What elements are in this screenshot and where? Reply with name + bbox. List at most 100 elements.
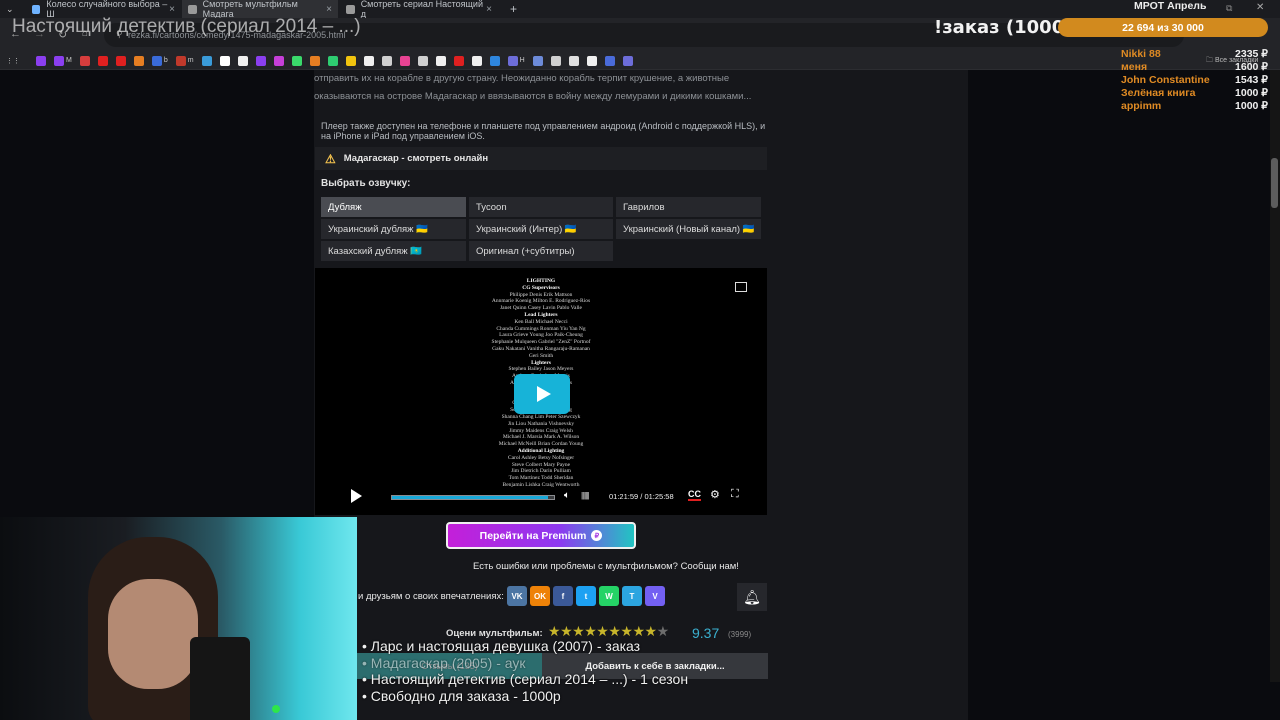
bookmark-item[interactable]: [435, 55, 446, 66]
fullscreen-icon[interactable]: ⛶: [731, 488, 739, 501]
bookmark-item[interactable]: m: [175, 55, 194, 66]
order-item: • Свободно для заказа - 1000р: [362, 687, 561, 704]
bookmark-item[interactable]: [604, 55, 615, 66]
donor-name: меня: [1121, 61, 1148, 73]
bookmark-item[interactable]: M: [54, 55, 72, 66]
voice-gavrilov-button[interactable]: Гаврилов: [616, 197, 761, 217]
play-icon[interactable]: [351, 489, 362, 503]
bookmark-item[interactable]: [417, 55, 428, 66]
star-icon[interactable]: ★: [608, 623, 621, 639]
star-icon[interactable]: ★: [645, 623, 658, 639]
voice-ukr-inter-button[interactable]: Украинский (Интер) 🇺🇦: [469, 219, 613, 239]
minimize-icon[interactable]: ⧉: [1226, 3, 1232, 14]
tab-favicon: [32, 4, 41, 14]
bookmark-item[interactable]: [237, 55, 248, 66]
bookmark-item[interactable]: [327, 55, 338, 66]
bookmark-favicon: [622, 55, 633, 66]
bookmark-favicon: [586, 55, 597, 66]
voice-ukr-dub-button[interactable]: Украинский дубляж 🇺🇦: [321, 219, 466, 239]
voice-dub-button[interactable]: Дубляж: [321, 197, 466, 217]
voice-ukr-new-channel-button[interactable]: Украинский (Новый канал) 🇺🇦: [616, 219, 761, 239]
bookmark-item[interactable]: [36, 55, 46, 66]
gear-icon[interactable]: ⚙: [710, 488, 720, 501]
video-player[interactable]: LIGHTING CG Supervisors Philippe Denis Eri…: [315, 268, 767, 515]
credit-line: Additional Lighting: [517, 447, 565, 454]
all-bookmarks[interactable]: 🗀︎ Все закладки: [1206, 56, 1258, 67]
star-icon[interactable]: ★: [584, 623, 597, 639]
tab-true-detective[interactable]: Смотреть сериал Настоящий д ×: [340, 0, 498, 19]
premium-button[interactable]: Перейти на Premium ₽: [446, 522, 636, 549]
social-share-button[interactable]: T: [622, 586, 642, 606]
voice-original-button[interactable]: Оригинал (+субтитры): [469, 241, 613, 261]
close-icon[interactable]: ×: [326, 4, 332, 15]
bookmark-item[interactable]: [291, 55, 302, 66]
error-report-link[interactable]: Есть ошибки или проблемы с мультфильмом?…: [473, 561, 739, 572]
bookmark-item[interactable]: [532, 55, 543, 66]
bookmark-item[interactable]: [568, 55, 579, 66]
bookmark-item[interactable]: [453, 55, 464, 66]
scrollbar-thumb[interactable]: [1271, 158, 1278, 208]
bell-icon[interactable]: 🔔︎: [737, 583, 767, 611]
star-icon[interactable]: ★: [572, 623, 585, 639]
bookmark-item[interactable]: [115, 55, 126, 66]
pip-icon[interactable]: [735, 282, 747, 292]
progress-bar[interactable]: [391, 495, 555, 500]
social-share-button[interactable]: f: [553, 586, 573, 606]
bookmark-favicon: [489, 55, 500, 66]
bookmark-item[interactable]: [363, 55, 374, 66]
social-share-button[interactable]: t: [576, 586, 596, 606]
bookmark-item[interactable]: [586, 55, 597, 66]
order-item: • Мадагаскар (2005) - аук: [362, 654, 526, 671]
close-icon[interactable]: ×: [169, 4, 175, 15]
bookmark-favicon: [309, 55, 320, 66]
volume-slider[interactable]: |||||||: [581, 491, 589, 500]
bookmark-item[interactable]: [79, 55, 90, 66]
social-share-button[interactable]: OK: [530, 586, 550, 606]
bookmark-item[interactable]: [622, 55, 633, 66]
star-icon[interactable]: ★: [548, 623, 561, 639]
close-icon[interactable]: ×: [486, 4, 492, 15]
streamer-face: [108, 579, 198, 689]
star-icon[interactable]: ★: [620, 623, 633, 639]
apps-icon[interactable]: ⋮⋮: [6, 57, 20, 65]
bookmark-item[interactable]: [471, 55, 482, 66]
bookmark-item[interactable]: [309, 55, 320, 66]
social-share-button[interactable]: V: [645, 586, 665, 606]
voice-kaz-dub-button[interactable]: Казахский дубляж 🇰🇿: [321, 241, 466, 261]
bookmark-item[interactable]: H: [507, 55, 525, 66]
big-play-button[interactable]: [514, 374, 570, 414]
order-list: • Ларс и настоящая девушка (2007) - зака…: [362, 638, 688, 704]
social-share-button[interactable]: W: [599, 586, 619, 606]
movie-header-text: Мадагаскар - смотреть онлайн: [343, 153, 489, 164]
social-share-button[interactable]: VK: [507, 586, 527, 606]
star-icon[interactable]: ★: [632, 623, 645, 639]
bookmark-item[interactable]: [273, 55, 284, 66]
new-tab-button[interactable]: +: [504, 0, 522, 18]
volume-icon[interactable]: 🔈︎: [564, 490, 570, 501]
bookmark-item[interactable]: [399, 55, 410, 66]
bookmark-item[interactable]: [133, 55, 144, 66]
credit-line: Stephen Bailey Jason Meyers: [508, 366, 574, 373]
bookmark-favicon: [255, 55, 266, 66]
bookmark-label: m: [187, 57, 194, 64]
cc-button[interactable]: CC: [688, 490, 701, 501]
bookmark-item[interactable]: [97, 55, 108, 66]
star-icon[interactable]: ★: [560, 623, 573, 639]
bookmark-favicon: [532, 55, 543, 66]
bookmark-item[interactable]: [255, 55, 266, 66]
voice-tycoon-button[interactable]: Tycoon: [469, 197, 613, 217]
credit-line: Michael J. Marsia Mark A. Wilson: [502, 434, 580, 441]
bookmark-item[interactable]: [381, 55, 392, 66]
bookmark-item[interactable]: [219, 55, 230, 66]
bookmark-favicon: [453, 55, 464, 66]
bookmark-item[interactable]: [489, 55, 500, 66]
bookmarks-bar: ⋮⋮ Mb m H: [0, 52, 1280, 70]
bookmark-item[interactable]: b: [151, 55, 168, 66]
window-close-icon[interactable]: ✕: [1256, 2, 1264, 13]
bookmark-item[interactable]: [345, 55, 356, 66]
bookmark-item[interactable]: [550, 55, 561, 66]
bookmark-item[interactable]: [201, 55, 212, 66]
star-icon[interactable]: ★: [657, 623, 670, 639]
bookmark-favicon: [133, 55, 144, 66]
star-icon[interactable]: ★: [596, 623, 609, 639]
